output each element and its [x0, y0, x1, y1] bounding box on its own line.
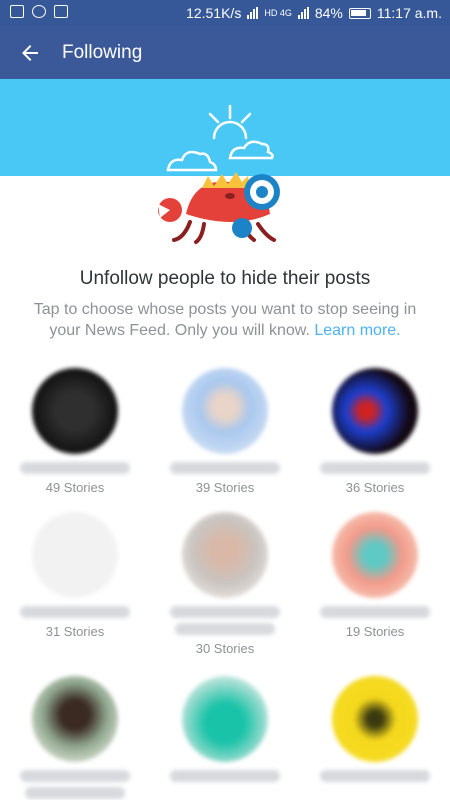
- person-item[interactable]: [300, 676, 450, 782]
- person-item[interactable]: [150, 676, 300, 782]
- intro-headline: Unfollow people to hide their posts: [79, 268, 371, 289]
- whatsapp-icon: [32, 5, 46, 18]
- person-name-blurred: [20, 606, 130, 618]
- crab-illustration: [158, 104, 280, 244]
- person-name-blurred: [320, 770, 430, 782]
- person-name-blurred: [20, 770, 130, 782]
- learn-more-link[interactable]: Learn more.: [314, 322, 400, 339]
- person-item[interactable]: [0, 676, 150, 799]
- network-speed: 12.51K/s: [186, 5, 242, 21]
- status-bar: 12.51K/s HD 4G 84% 11:17 a.m.: [0, 0, 450, 27]
- person-item[interactable]: 39 Stories: [150, 368, 300, 495]
- story-count: 30 Stories: [195, 641, 255, 656]
- signal-icon-2: [297, 7, 309, 19]
- person-item[interactable]: 36 Stories: [300, 368, 450, 495]
- arrow-left-icon[interactable]: [18, 41, 42, 65]
- person-item[interactable]: 49 Stories: [0, 368, 150, 495]
- avatar: [332, 368, 418, 454]
- cloud-icon: [166, 140, 274, 172]
- message-icon: [10, 5, 24, 18]
- page-title: Following: [62, 42, 143, 63]
- person-name-blurred: [170, 462, 280, 474]
- avatar: [332, 512, 418, 598]
- intro-description: Tap to choose whose posts you want to st…: [20, 299, 430, 341]
- clock: 11:17 a.m.: [376, 5, 442, 21]
- story-count: 31 Stories: [45, 624, 105, 639]
- app-bar: Following: [0, 27, 450, 79]
- person-name-blurred: [320, 462, 430, 474]
- person-item[interactable]: 19 Stories: [300, 512, 450, 639]
- story-count: 19 Stories: [345, 624, 405, 639]
- person-item[interactable]: 31 Stories: [0, 512, 150, 639]
- person-name-blurred: [170, 770, 280, 782]
- story-count: 49 Stories: [45, 480, 105, 495]
- person-name-blurred: [170, 606, 280, 618]
- battery-icon: [348, 7, 371, 19]
- avatar: [32, 368, 118, 454]
- image-icon: [54, 5, 68, 18]
- signal-icon: [247, 7, 259, 19]
- person-name-blurred-line2: [25, 787, 125, 799]
- avatar: [182, 676, 268, 762]
- notification-icons: [10, 5, 68, 18]
- person-name-blurred: [320, 606, 430, 618]
- avatar: [332, 676, 418, 762]
- person-item[interactable]: 30 Stories: [150, 512, 300, 656]
- person-name-blurred: [20, 462, 130, 474]
- battery-percent: 84%: [314, 5, 343, 21]
- avatar: [32, 512, 118, 598]
- avatar: [32, 676, 118, 762]
- story-count: 36 Stories: [345, 480, 405, 495]
- person-name-blurred-line2: [175, 623, 275, 635]
- avatar: [182, 368, 268, 454]
- network-type: HD 4G: [264, 8, 292, 18]
- avatar: [182, 512, 268, 598]
- crab-icon: [158, 172, 280, 244]
- sun-icon: [208, 104, 252, 140]
- story-count: 39 Stories: [195, 480, 255, 495]
